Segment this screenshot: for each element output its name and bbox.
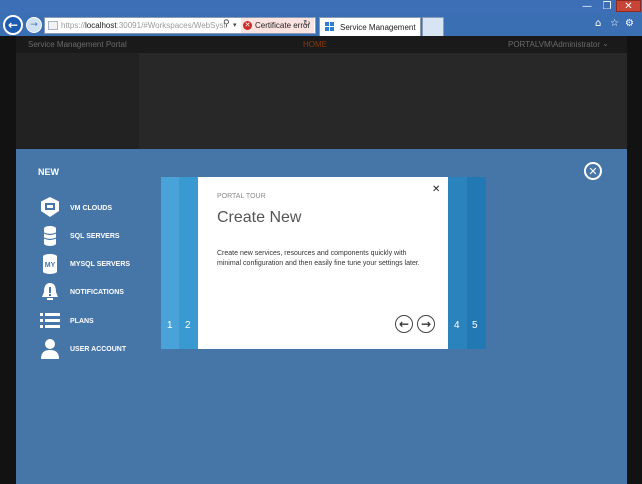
svg-text:MY: MY: [45, 262, 56, 269]
back-button[interactable]: ←: [3, 15, 23, 35]
portal-home-tab[interactable]: HOME: [303, 40, 327, 49]
favorites-star-icon[interactable]: ☆: [610, 18, 619, 29]
home-icon[interactable]: ⌂: [595, 18, 601, 29]
url-text[interactable]: https://localhost:30091/#Workspaces/WebS…: [61, 21, 226, 30]
minimize-button[interactable]: —: [577, 0, 597, 12]
url-rest: :30091/#Workspaces/WebSyst: [116, 21, 226, 30]
gear-icon[interactable]: ⚙: [625, 18, 634, 29]
browser-tab[interactable]: Service Management: [319, 17, 421, 36]
tour-step-4[interactable]: 4: [454, 320, 460, 331]
tour-close-button[interactable]: ✕: [432, 184, 440, 195]
arrow-left-icon: ←: [398, 317, 410, 331]
tour-step-5[interactable]: 5: [472, 320, 478, 331]
menu-item-label: NOTIFICATIONS: [70, 288, 124, 296]
tour-steps-right: 4 5: [448, 177, 486, 349]
tour-previous-button[interactable]: ←: [395, 315, 413, 333]
maximize-button[interactable]: ❐: [597, 0, 617, 12]
page-margin-right: [627, 36, 642, 484]
search-icon[interactable]: ⚲: [223, 19, 230, 29]
address-bar[interactable]: https://localhost:30091/#Workspaces/WebS…: [44, 17, 316, 34]
forward-button[interactable]: →: [26, 17, 42, 33]
menu-item-mysql-servers[interactable]: MY MYSQL SERVERS: [38, 252, 153, 276]
url-host: localhost: [85, 21, 117, 30]
list-icon: [38, 309, 62, 333]
menu-item-label: USER ACCOUNT: [70, 345, 127, 353]
menu-item-vm-clouds[interactable]: VM CLOUDS: [38, 196, 153, 220]
page-margin-left: [0, 36, 16, 484]
database-icon: [38, 224, 62, 248]
menu-item-plans[interactable]: PLANS: [38, 309, 153, 333]
close-window-button[interactable]: ✕: [616, 0, 641, 12]
back-icon: ←: [7, 18, 19, 32]
notification-icon: [38, 280, 62, 304]
tour-step-1[interactable]: 1: [167, 320, 173, 331]
certificate-error-label: Certificate error: [255, 21, 311, 30]
tour-steps-left: 1 2: [161, 177, 198, 349]
menu-item-notifications[interactable]: NOTIFICATIONS: [38, 280, 153, 304]
tour-title: Create New: [217, 209, 302, 226]
arrow-right-icon: →: [420, 317, 432, 331]
menu-item-label: MYSQL SERVERS: [70, 260, 131, 268]
error-icon: ✕: [243, 21, 252, 30]
drawer-title: NEW: [38, 167, 59, 177]
drawer-close-button[interactable]: ✕: [584, 162, 602, 180]
window-titlebar: — ❐ ✕: [0, 0, 642, 14]
url-prefix: https://: [61, 21, 86, 30]
tour-body: Create new services, resources and compo…: [217, 250, 420, 267]
menu-item-user-account[interactable]: USER ACCOUNT: [38, 337, 153, 361]
portal-content: [139, 53, 627, 149]
menu-item-sql-servers[interactable]: SQL SERVERS: [38, 224, 153, 248]
portal-user-name[interactable]: PORTALVM\Administrator: [508, 40, 600, 49]
page-icon: [48, 21, 58, 30]
dropdown-icon[interactable]: ▾: [233, 21, 237, 29]
forward-icon: →: [30, 20, 38, 30]
tour-kicker: PORTAL TOUR: [217, 193, 266, 200]
vm-cloud-icon: [38, 196, 62, 220]
portal-tour-card: ✕ PORTAL TOUR Create New Create new serv…: [198, 177, 448, 349]
chevron-down-icon[interactable]: ⌄: [602, 39, 609, 48]
portal-sidebar: [16, 53, 139, 149]
windows-logo-icon: [325, 22, 335, 32]
portal-title: Service Management Portal: [28, 40, 127, 49]
tour-next-button[interactable]: →: [417, 315, 435, 333]
mysql-icon: MY: [38, 252, 62, 276]
tour-step-2[interactable]: 2: [185, 320, 191, 331]
refresh-icon[interactable]: ↻: [303, 19, 311, 29]
menu-item-label: PLANS: [70, 317, 94, 325]
tab-title: Service Management: [340, 22, 416, 32]
new-tab-button[interactable]: [422, 17, 444, 36]
close-icon: ✕: [588, 164, 598, 178]
menu-item-label: SQL SERVERS: [70, 232, 120, 240]
menu-item-label: VM CLOUDS: [70, 204, 112, 212]
user-icon: [38, 337, 62, 361]
